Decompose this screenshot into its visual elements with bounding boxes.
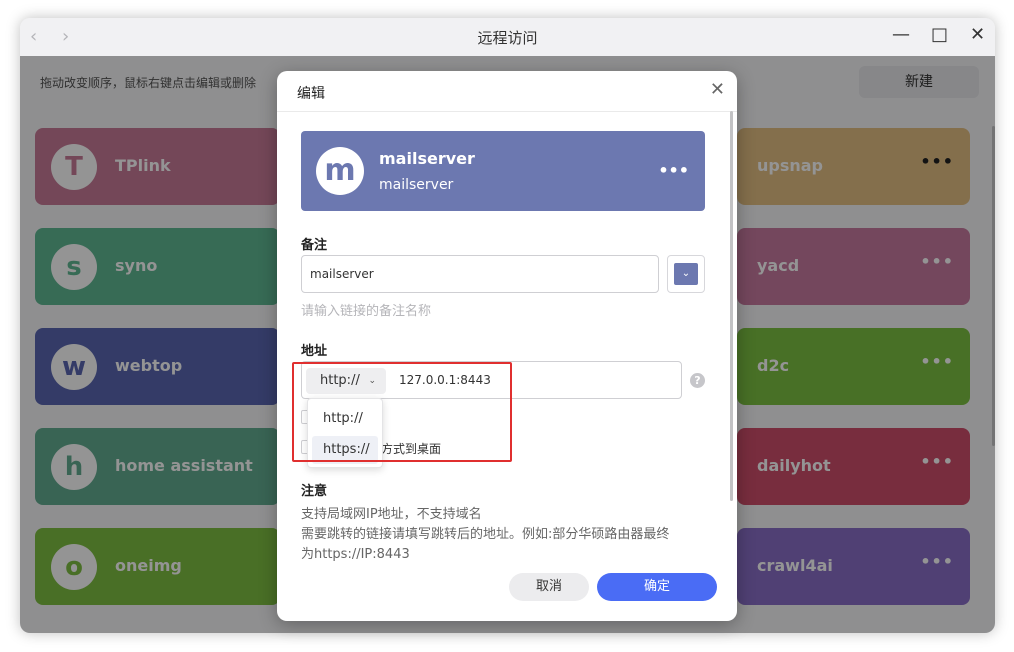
address-label: 地址 [301, 344, 328, 359]
minimize-icon[interactable]: — [892, 24, 910, 45]
note-label: 注意 [301, 484, 328, 499]
note-line: 为https://IP:8443 [301, 547, 410, 562]
confirm-button[interactable]: 确定 [597, 573, 717, 601]
color-picker-button[interactable]: ⌄ [667, 255, 705, 293]
highlight-annotation [292, 362, 512, 462]
edit-dialog: 编辑 ✕ m mailserver mailserver ••• 备注 ⌄ 请输… [277, 71, 737, 621]
title-bar: ‹ › 远程访问 — □ ✕ [20, 18, 995, 56]
dialog-divider [277, 111, 737, 112]
preview-name: mailserver [379, 149, 475, 168]
cancel-button[interactable]: 取消 [509, 573, 589, 601]
dialog-scrollbar[interactable] [730, 111, 733, 501]
note-line: 需要跳转的链接请填写跳转后的地址。例如:部分华硕路由器最终 [301, 527, 670, 542]
help-icon[interactable]: ? [690, 373, 705, 388]
maximize-icon[interactable]: □ [931, 24, 948, 45]
more-icon: ••• [658, 161, 689, 180]
close-icon[interactable]: ✕ [710, 79, 725, 100]
remark-help: 请输入链接的备注名称 [301, 304, 432, 319]
remark-label: 备注 [301, 238, 328, 253]
close-icon[interactable]: ✕ [970, 24, 985, 45]
note-line: 支持局域网IP地址，不支持域名 [301, 507, 482, 522]
link-preview-card: m mailserver mailserver ••• [301, 131, 705, 211]
window-title: 远程访问 [477, 29, 538, 47]
chevron-down-icon: ⌄ [674, 263, 698, 285]
remark-input[interactable] [301, 255, 659, 293]
preview-avatar: m [316, 147, 364, 195]
dialog-title: 编辑 [297, 86, 325, 102]
preview-address: mailserver [379, 177, 454, 193]
